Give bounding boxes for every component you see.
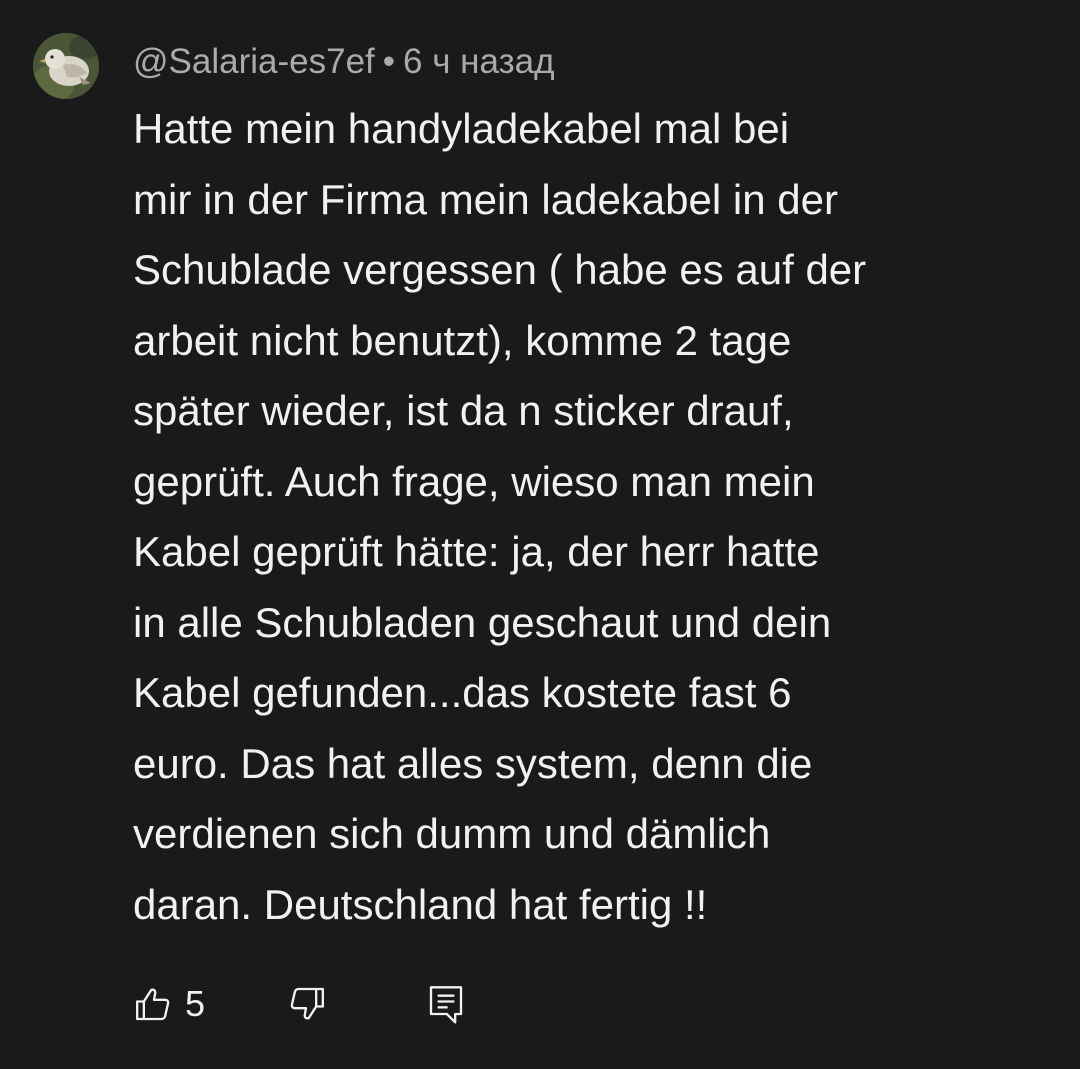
comment-line: Schublade vergessen ( habe es auf der [133, 246, 867, 293]
like-count: 5 [185, 983, 206, 1024]
comment-line: in alle Schubladen geschaut und dein [133, 598, 832, 646]
dislike-button[interactable] [287, 978, 327, 1030]
comment-meta: @Salaria-es7ef • 6 ч назад [133, 40, 555, 84]
avatar[interactable] [33, 33, 99, 99]
comment-line: verdienen sich dumm und dämlich [133, 810, 771, 857]
like-button[interactable]: 5 [133, 978, 205, 1030]
comment-line: euro. Das hat alles system, denn die [133, 739, 813, 787]
comment-line: Kabel gefunden...das kostete fast 6 [133, 669, 792, 716]
comment-line: Hatte mein handyladekabel mal bei [133, 105, 790, 152]
comment-line: geprüft. Auch frage, wieso man mein [133, 457, 815, 505]
reply-comment-icon [429, 986, 463, 1024]
comment-line: daran. Deutschland hat fertig !! [133, 880, 708, 928]
comment-line: mir in der Firma mein ladekabel in der [133, 175, 838, 223]
avatar-bird-image [33, 33, 99, 99]
comment-card: @Salaria-es7ef • 6 ч назад Hatte mein hand… [0, 0, 1080, 1069]
comment-text: Hatte mein handyladekabel mal bei mir in… [133, 94, 963, 940]
author-handle[interactable]: @Salaria-es7ef [133, 42, 375, 81]
comment-line: arbeit nicht benutzt), komme 2 tage [133, 316, 792, 364]
thumbs-up-icon [136, 988, 170, 1021]
thumbs-down-icon [290, 987, 324, 1020]
comment-line: später wieder, ist da n sticker drauf, [133, 387, 794, 434]
reply-button[interactable] [426, 978, 466, 1030]
comment-line: Kabel geprüft hätte: ja, der herr hatte [133, 528, 820, 575]
comment-timestamp: 6 ч назад [403, 42, 555, 81]
meta-separator: • [382, 42, 396, 81]
